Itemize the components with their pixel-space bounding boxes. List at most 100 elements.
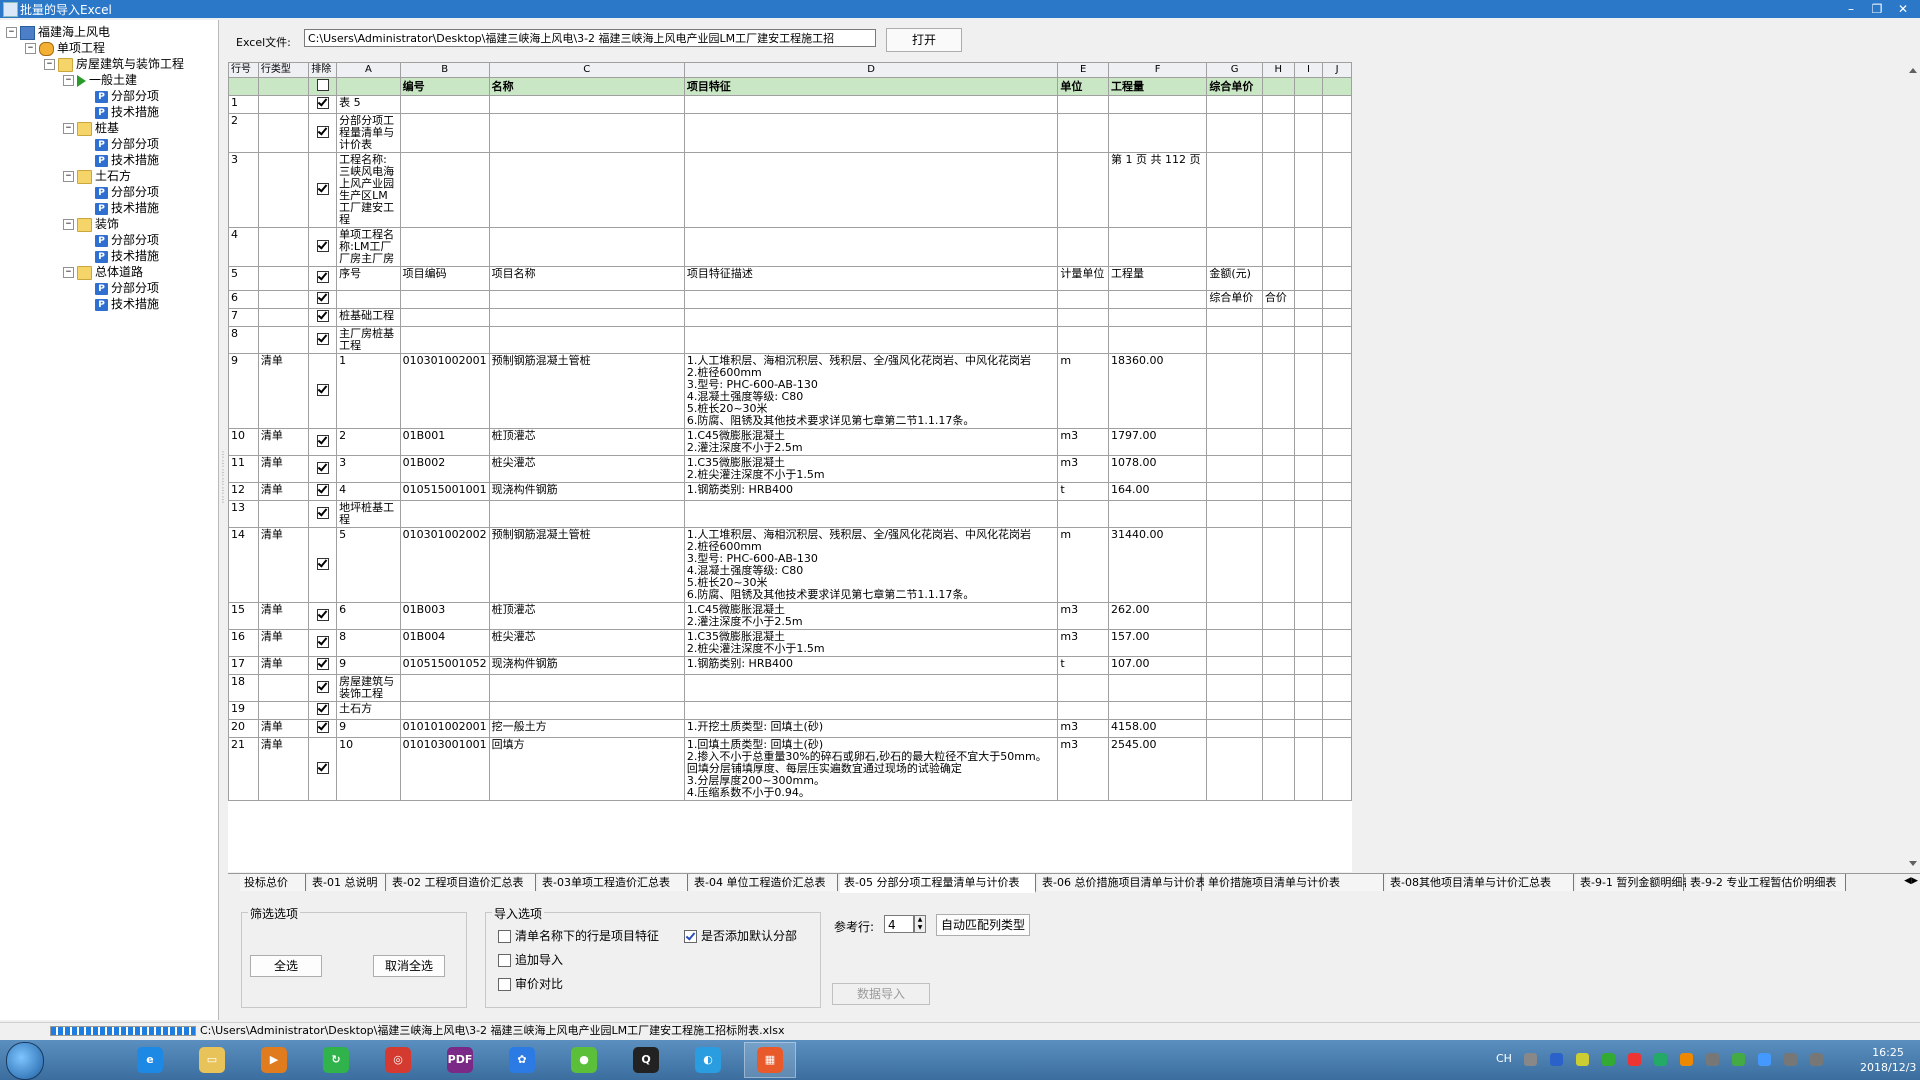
- tray-icon[interactable]: [1810, 1053, 1823, 1066]
- grid-cell[interactable]: [1293, 701, 1324, 720]
- grid-cell[interactable]: [1261, 308, 1295, 327]
- grid-cell[interactable]: [1293, 629, 1324, 657]
- grid-cell[interactable]: [1293, 113, 1324, 153]
- grid-cell[interactable]: 19: [228, 701, 259, 720]
- grid-cell[interactable]: [1057, 308, 1109, 327]
- grid-cell[interactable]: 地坪桩基工程: [336, 500, 401, 528]
- grid-cell[interactable]: [488, 308, 685, 327]
- grid-cell[interactable]: [1293, 353, 1324, 429]
- grid-cell[interactable]: t: [1057, 656, 1109, 675]
- deselect-all-button[interactable]: 取消全选: [373, 955, 445, 977]
- taskbar-app[interactable]: ▶: [248, 1042, 300, 1078]
- grid-cell[interactable]: m: [1057, 353, 1109, 429]
- grid-cell[interactable]: 清单: [257, 719, 310, 738]
- tray-icon[interactable]: [1654, 1053, 1667, 1066]
- grid-cell[interactable]: [1057, 290, 1109, 309]
- taskbar-app[interactable]: PDF: [434, 1042, 486, 1078]
- grid-cell[interactable]: 清单: [257, 656, 310, 675]
- taskbar-app[interactable]: ◎: [372, 1042, 424, 1078]
- sheet-tab[interactable]: 投标总价: [240, 874, 306, 891]
- grid-cell[interactable]: 合价: [1261, 290, 1295, 309]
- tray-icon[interactable]: [1758, 1053, 1771, 1066]
- grid-cell[interactable]: [336, 290, 401, 309]
- table-row[interactable]: 6 综合单价 合价: [228, 290, 1352, 309]
- exclude-checkbox[interactable]: [316, 383, 329, 396]
- grid-cell[interactable]: [1293, 326, 1324, 354]
- collapse-toggle-icon[interactable]: −: [63, 75, 74, 86]
- tab-scroll-arrows-icon[interactable]: ◀▶: [1904, 876, 1918, 886]
- grid-cell[interactable]: [1293, 527, 1324, 603]
- grid-cell[interactable]: [1261, 326, 1295, 354]
- grid-cell[interactable]: [488, 152, 685, 228]
- tree-node[interactable]: P 技术措施: [82, 104, 159, 120]
- grid-cell[interactable]: [1057, 701, 1109, 720]
- tree-node[interactable]: P 分部分项: [82, 136, 159, 152]
- grid-cell[interactable]: [1206, 95, 1263, 114]
- grid-cell[interactable]: [1293, 719, 1324, 738]
- grid-cell[interactable]: [1322, 266, 1352, 291]
- data-import-button[interactable]: 数据导入: [832, 983, 930, 1005]
- grid-vertical-scrollbar[interactable]: [1906, 62, 1920, 872]
- table-row[interactable]: 2 分部分项工程量清单与计价表: [228, 113, 1352, 153]
- tree-node[interactable]: − 房屋建筑与装饰工程: [44, 56, 184, 72]
- tree-node[interactable]: − 土石方: [63, 168, 131, 184]
- grid-cell[interactable]: [1107, 227, 1208, 267]
- grid-cell[interactable]: 1.C35微膨胀混凝土 2.桩尖灌注深度不小于1.5m: [683, 455, 1059, 483]
- grid-cell[interactable]: [1322, 737, 1352, 801]
- sheet-tab[interactable]: 表-04 单位工程造价汇总表: [690, 874, 838, 891]
- grid-cell[interactable]: [683, 113, 1059, 153]
- grid-cell[interactable]: [1293, 656, 1324, 675]
- grid-cell[interactable]: [1322, 227, 1352, 267]
- grid-cell[interactable]: 项目特征描述: [683, 266, 1059, 291]
- grid-cell[interactable]: [1206, 113, 1263, 153]
- grid-cell[interactable]: [1322, 701, 1352, 720]
- grid-cell[interactable]: 项目名称: [488, 266, 685, 291]
- grid-cell[interactable]: 工程量: [1107, 266, 1208, 291]
- grid-cell[interactable]: [1206, 656, 1263, 675]
- grid-cell[interactable]: [1293, 227, 1324, 267]
- grid-cell[interactable]: 10: [228, 428, 259, 456]
- tray-icon[interactable]: [1784, 1053, 1797, 1066]
- grid-cell[interactable]: 11: [228, 455, 259, 483]
- exclude-checkbox[interactable]: [316, 239, 329, 252]
- grid-cell[interactable]: [1322, 482, 1352, 501]
- grid-cell[interactable]: [1293, 95, 1324, 114]
- exclude-checkbox[interactable]: [316, 703, 329, 715]
- grid-cell[interactable]: 清单: [257, 455, 310, 483]
- sheet-tab[interactable]: 表-06 总价措施项目清单与计价表: [1038, 874, 1206, 891]
- tray-icon[interactable]: [1576, 1053, 1589, 1066]
- grid-cell[interactable]: 1: [228, 95, 259, 114]
- grid-cell[interactable]: 1.C45微膨胀混凝土 2.灌注深度不小于2.5m: [683, 602, 1059, 630]
- grid-cell[interactable]: [257, 95, 310, 114]
- grid-cell[interactable]: [488, 701, 685, 720]
- grid-cell[interactable]: [1057, 500, 1109, 528]
- grid-cell[interactable]: 18: [228, 674, 259, 702]
- default-division-checkbox[interactable]: 是否添加默认分部: [684, 927, 797, 944]
- splitter-handle[interactable]: ⋮ ⋮ ⋮ ⋮ ⋮ ⋮: [219, 450, 227, 600]
- tray-icon[interactable]: [1524, 1053, 1537, 1066]
- grid-cell[interactable]: 01B001: [399, 428, 490, 456]
- grid-cell[interactable]: 1.钢筋类别: HRB400: [683, 482, 1059, 501]
- grid-cell[interactable]: [1107, 95, 1208, 114]
- grid-cell[interactable]: 107.00: [1107, 656, 1208, 675]
- feature-rows-checkbox[interactable]: 清单名称下的行是项目特征: [498, 927, 659, 944]
- grid-cell[interactable]: 预制钢筋混凝土管桩: [488, 527, 685, 603]
- grid-cell[interactable]: 31440.00: [1107, 527, 1208, 603]
- column-letter-cell[interactable]: H: [1261, 62, 1295, 78]
- grid-cell[interactable]: [1261, 737, 1295, 801]
- grid-cell[interactable]: 桩顶灌芯: [488, 428, 685, 456]
- grid-cell[interactable]: [399, 113, 490, 153]
- grid-cell[interactable]: [1293, 602, 1324, 630]
- grid-cell[interactable]: [1322, 353, 1352, 429]
- tree-node[interactable]: − 装饰: [63, 216, 119, 232]
- tree-node[interactable]: P 分部分项: [82, 184, 159, 200]
- exclude-checkbox[interactable]: [316, 557, 329, 570]
- grid-cell[interactable]: 6: [228, 290, 259, 309]
- grid-cell[interactable]: [1322, 113, 1352, 153]
- grid-cell[interactable]: 现浇构件钢筋: [488, 656, 685, 675]
- grid-cell[interactable]: [1206, 527, 1263, 603]
- grid-cell[interactable]: [1322, 290, 1352, 309]
- grid-cell[interactable]: 项目编码: [399, 266, 490, 291]
- table-row[interactable]: 15 清单 6 01B003 桩顶灌芯 1.C45微膨胀混凝土 2.灌注深度不小于2.5m…: [228, 602, 1352, 630]
- grid-cell[interactable]: [257, 326, 310, 354]
